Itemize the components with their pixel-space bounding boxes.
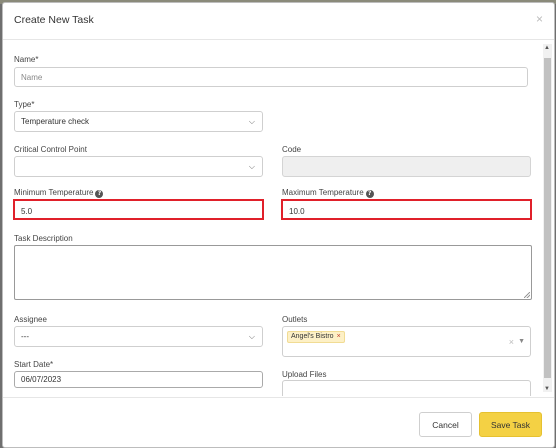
upload-dropzone[interactable] [282, 380, 531, 396]
modal-body: Name* Name Type* Temperature check ⌵ Cri… [3, 40, 554, 396]
chevron-down-icon: ⌵ [248, 116, 255, 126]
name-label: Name* [14, 55, 39, 64]
type-select[interactable]: Temperature check ⌵ [14, 111, 263, 132]
clear-icon[interactable]: × [509, 337, 514, 347]
start-date-input[interactable]: 06/07/2023 [14, 371, 263, 388]
ccp-select[interactable]: ⌵ [14, 156, 263, 177]
modal-title: Create New Task [14, 14, 94, 26]
assignee-label: Assignee [14, 315, 47, 324]
outlet-tag: Angel's Bistro × [287, 331, 345, 343]
max-temp-value: 10.0 [289, 207, 305, 216]
assignee-select[interactable]: --- ⌵ [14, 326, 263, 347]
max-temp-input[interactable]: 10.0 [281, 199, 532, 220]
min-temp-label-text: Minimum Temperature [14, 188, 94, 197]
resize-handle-icon[interactable] [524, 292, 530, 298]
remove-tag-icon[interactable]: × [337, 333, 341, 340]
assignee-value: --- [21, 332, 29, 341]
chevron-down-icon[interactable]: ▼ [518, 338, 525, 345]
max-temp-label: Maximum Temperature? [282, 188, 374, 198]
name-input[interactable]: Name [14, 67, 528, 87]
code-label: Code [282, 145, 302, 154]
help-icon[interactable]: ? [365, 190, 374, 198]
type-value: Temperature check [21, 117, 90, 126]
name-placeholder: Name [21, 72, 43, 82]
chevron-down-icon: ⌵ [248, 161, 255, 171]
start-date-label: Start Date* [14, 360, 54, 369]
chevron-down-icon: ⌵ [248, 331, 255, 341]
create-task-modal: Create New Task × Name* Name Type* Tempe… [2, 2, 555, 448]
description-textarea[interactable] [14, 245, 532, 300]
min-temp-value: 5.0 [21, 207, 33, 216]
min-temp-label: Minimum Temperature? [14, 188, 104, 198]
modal-header: Create New Task × [3, 3, 554, 40]
help-icon[interactable]: ? [95, 190, 104, 198]
scrollbar-thumb[interactable] [544, 58, 551, 378]
description-label: Task Description [14, 234, 73, 243]
start-date-value: 06/07/2023 [21, 375, 62, 384]
upload-label: Upload Files [282, 370, 327, 379]
outlets-label: Outlets [282, 315, 308, 324]
close-icon[interactable]: × [536, 12, 543, 26]
outlets-select[interactable]: Angel's Bistro × × ▼ [282, 326, 531, 357]
cancel-button[interactable]: Cancel [419, 412, 472, 437]
scroll-up-icon[interactable]: ▲ [544, 45, 550, 51]
code-input [282, 156, 531, 177]
ccp-label: Critical Control Point [14, 145, 87, 154]
min-temp-input[interactable]: 5.0 [13, 199, 264, 220]
max-temp-label-text: Maximum Temperature [282, 188, 364, 197]
modal-footer: Cancel Save Task [3, 397, 554, 447]
modal-scrollbar[interactable]: ▲ ▼ [543, 44, 552, 392]
type-label: Type* [14, 100, 35, 109]
save-task-button[interactable]: Save Task [479, 412, 542, 437]
outlet-tag-label: Angel's Bistro [291, 333, 334, 340]
scroll-down-icon[interactable]: ▼ [544, 386, 550, 392]
